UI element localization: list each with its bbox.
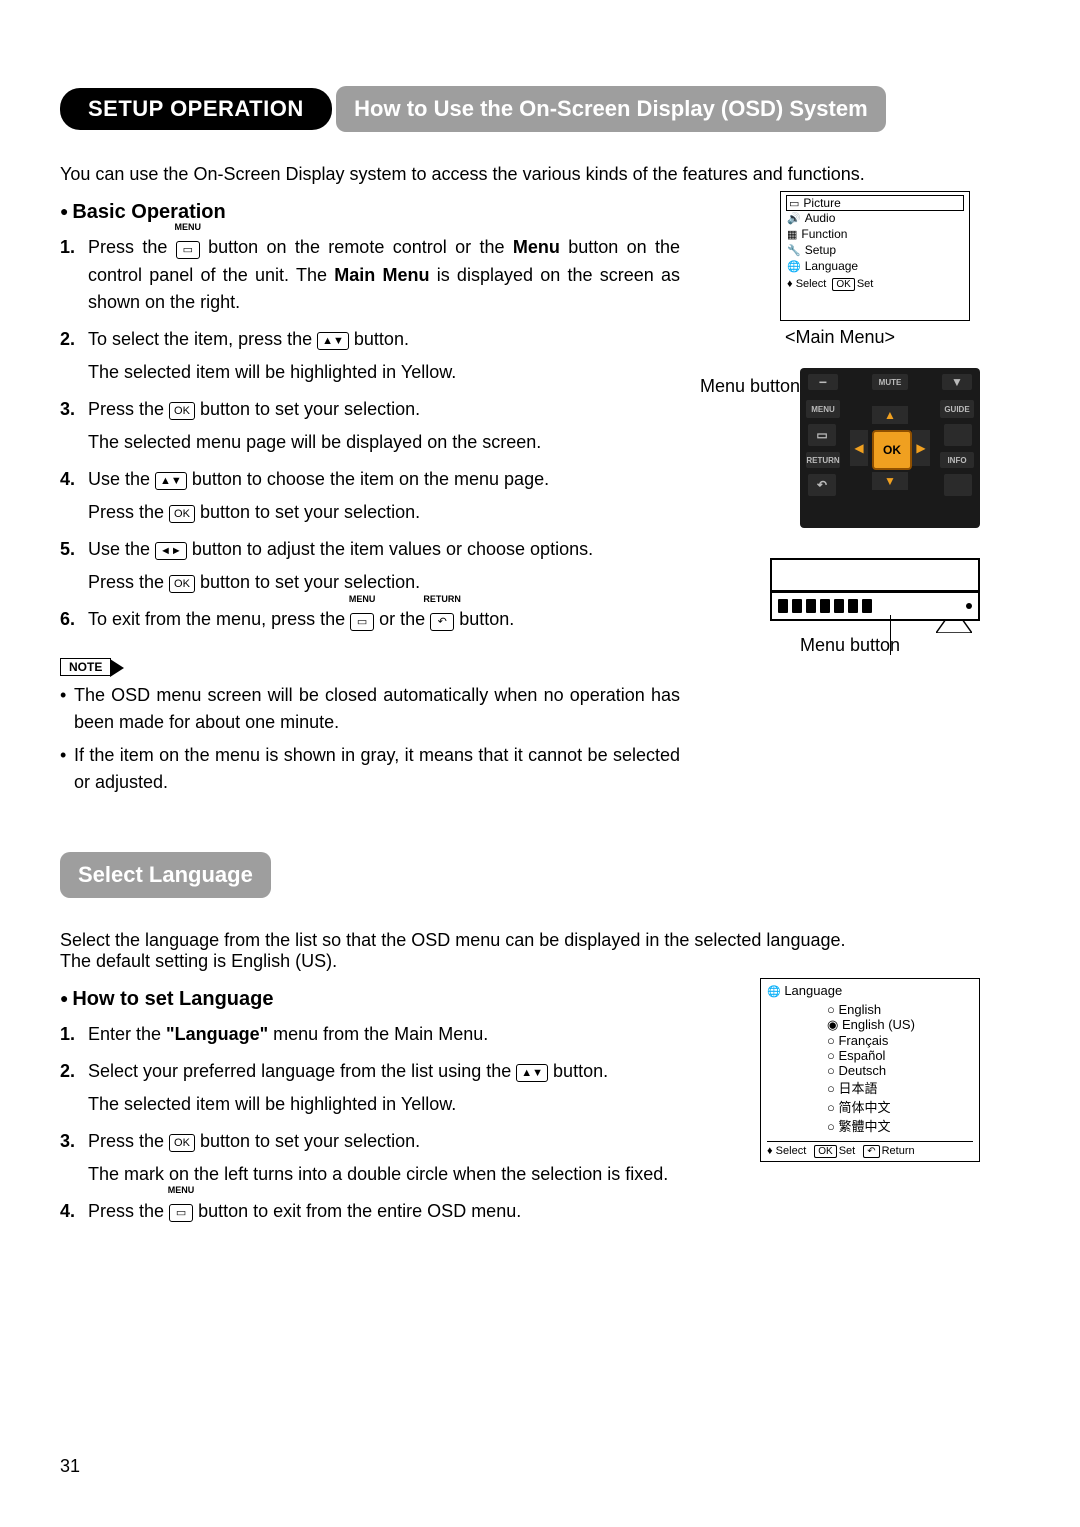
ok-icon: OK — [169, 505, 195, 523]
step-3: 3. Press the OK button to set your selec… — [60, 396, 680, 456]
menu-button-label: Menu button — [700, 376, 800, 397]
lang-item-selected: English (US) — [827, 1017, 973, 1033]
lang-item: Español — [827, 1048, 973, 1063]
step-4: 4. Use the ▲▼ button to choose the item … — [60, 466, 680, 526]
menu-button: MENU — [806, 400, 840, 418]
return-key-icon: ↶ — [863, 1145, 879, 1158]
arrow-left-icon: ◀ — [850, 430, 868, 466]
ok-button: OK — [872, 430, 912, 470]
notes-list: The OSD menu screen will be closed autom… — [60, 682, 680, 796]
updown-icon: ▲▼ — [155, 472, 187, 490]
updown-icon: ▲▼ — [516, 1064, 548, 1082]
ok-icon: OK — [169, 575, 195, 593]
page-number: 31 — [60, 1456, 80, 1477]
ok-icon: OK — [169, 1134, 195, 1152]
lang-item: 繁體中文 — [827, 1116, 973, 1135]
language-icon: 🌐 — [787, 260, 801, 273]
updown-icon: ▲▼ — [317, 332, 349, 350]
leftright-icon: ◄► — [155, 542, 187, 560]
note-1: The OSD menu screen will be closed autom… — [60, 682, 680, 736]
step-6: 6. To exit from the menu, press the MENU… — [60, 606, 680, 634]
lang-item: 日本語 — [827, 1078, 973, 1097]
lang-step-3: 3. Press the OK button to set your selec… — [60, 1128, 680, 1188]
setup-icon: 🔧 — [787, 244, 801, 257]
return-label: RETURN — [806, 452, 840, 468]
intro-text: You can use the On-Screen Display system… — [60, 164, 1020, 185]
remote-diagram: Menu button − MUTE ▼ MENU GUIDE ▭ RETURN… — [800, 368, 980, 528]
section-heading-language: Select Language — [60, 852, 271, 898]
menu-button-icon: MENU ▭ — [350, 607, 374, 634]
note-header: NOTE — [60, 658, 111, 676]
return-button-icon: RETURN ↶ — [430, 607, 454, 634]
return-icon-button: ↶ — [808, 474, 836, 496]
language-intro: Select the language from the list so tha… — [60, 930, 1020, 972]
arrow-up-icon: ▲ — [872, 406, 908, 424]
function-icon: ▦ — [787, 228, 797, 241]
lang-item: English — [827, 1002, 973, 1017]
step-1: 1. Press the MENU ▭ button on the remote… — [60, 234, 680, 316]
main-menu-caption: <Main Menu> — [700, 327, 980, 348]
subhead-basic-operation: Basic Operation — [60, 201, 680, 224]
globe-icon: 🌐 — [767, 986, 781, 998]
menu-button-icon: MENU ▭ — [176, 235, 200, 262]
note-2: If the item on the menu is shown in gray… — [60, 742, 680, 796]
arrow-right-icon: ▶ — [912, 430, 930, 466]
tv-panel-diagram: Menu button — [770, 558, 980, 656]
section-heading-osd: How to Use the On-Screen Display (OSD) S… — [336, 86, 885, 132]
step-5: 5. Use the ◄► button to adjust the item … — [60, 536, 680, 596]
step-2: 2. To select the item, press the ▲▼ butt… — [60, 326, 680, 386]
language-menu-diagram: 🌐 Language English English (US) Français… — [760, 978, 980, 1162]
picture-icon: ▭ — [789, 197, 799, 210]
menu-icon-button: ▭ — [808, 424, 836, 446]
guide-button: GUIDE — [940, 400, 974, 418]
lang-item: 简体中文 — [827, 1097, 973, 1116]
chapter-heading: SETUP OPERATION — [60, 88, 332, 130]
lang-step-1: 1. Enter the "Language" menu from the Ma… — [60, 1021, 680, 1048]
lang-step-2: 2. Select your preferred language from t… — [60, 1058, 680, 1118]
lang-item: Français — [827, 1033, 973, 1048]
menu-button-icon: MENU ▭ — [169, 1198, 193, 1225]
mute-button: MUTE — [872, 374, 908, 390]
subhead-how-to-set-language: How to set Language — [60, 988, 680, 1011]
lang-item: Deutsch — [827, 1063, 973, 1078]
minus-icon: − — [808, 374, 838, 390]
arrow-down-icon: ▼ — [872, 472, 908, 490]
ok-icon: OK — [169, 402, 195, 420]
basic-operation-steps: 1. Press the MENU ▭ button on the remote… — [60, 234, 680, 634]
lang-step-4: 4. Press the MENU ▭ button to exit from … — [60, 1198, 680, 1226]
audio-icon: 🔊 — [787, 212, 801, 225]
info-button: INFO — [940, 452, 974, 468]
main-menu-diagram: ▭Picture 🔊Audio ▦Function 🔧Setup 🌐Langua… — [780, 191, 970, 321]
language-steps: 1. Enter the "Language" menu from the Ma… — [60, 1021, 680, 1226]
down-triangle-icon: ▼ — [942, 374, 972, 390]
